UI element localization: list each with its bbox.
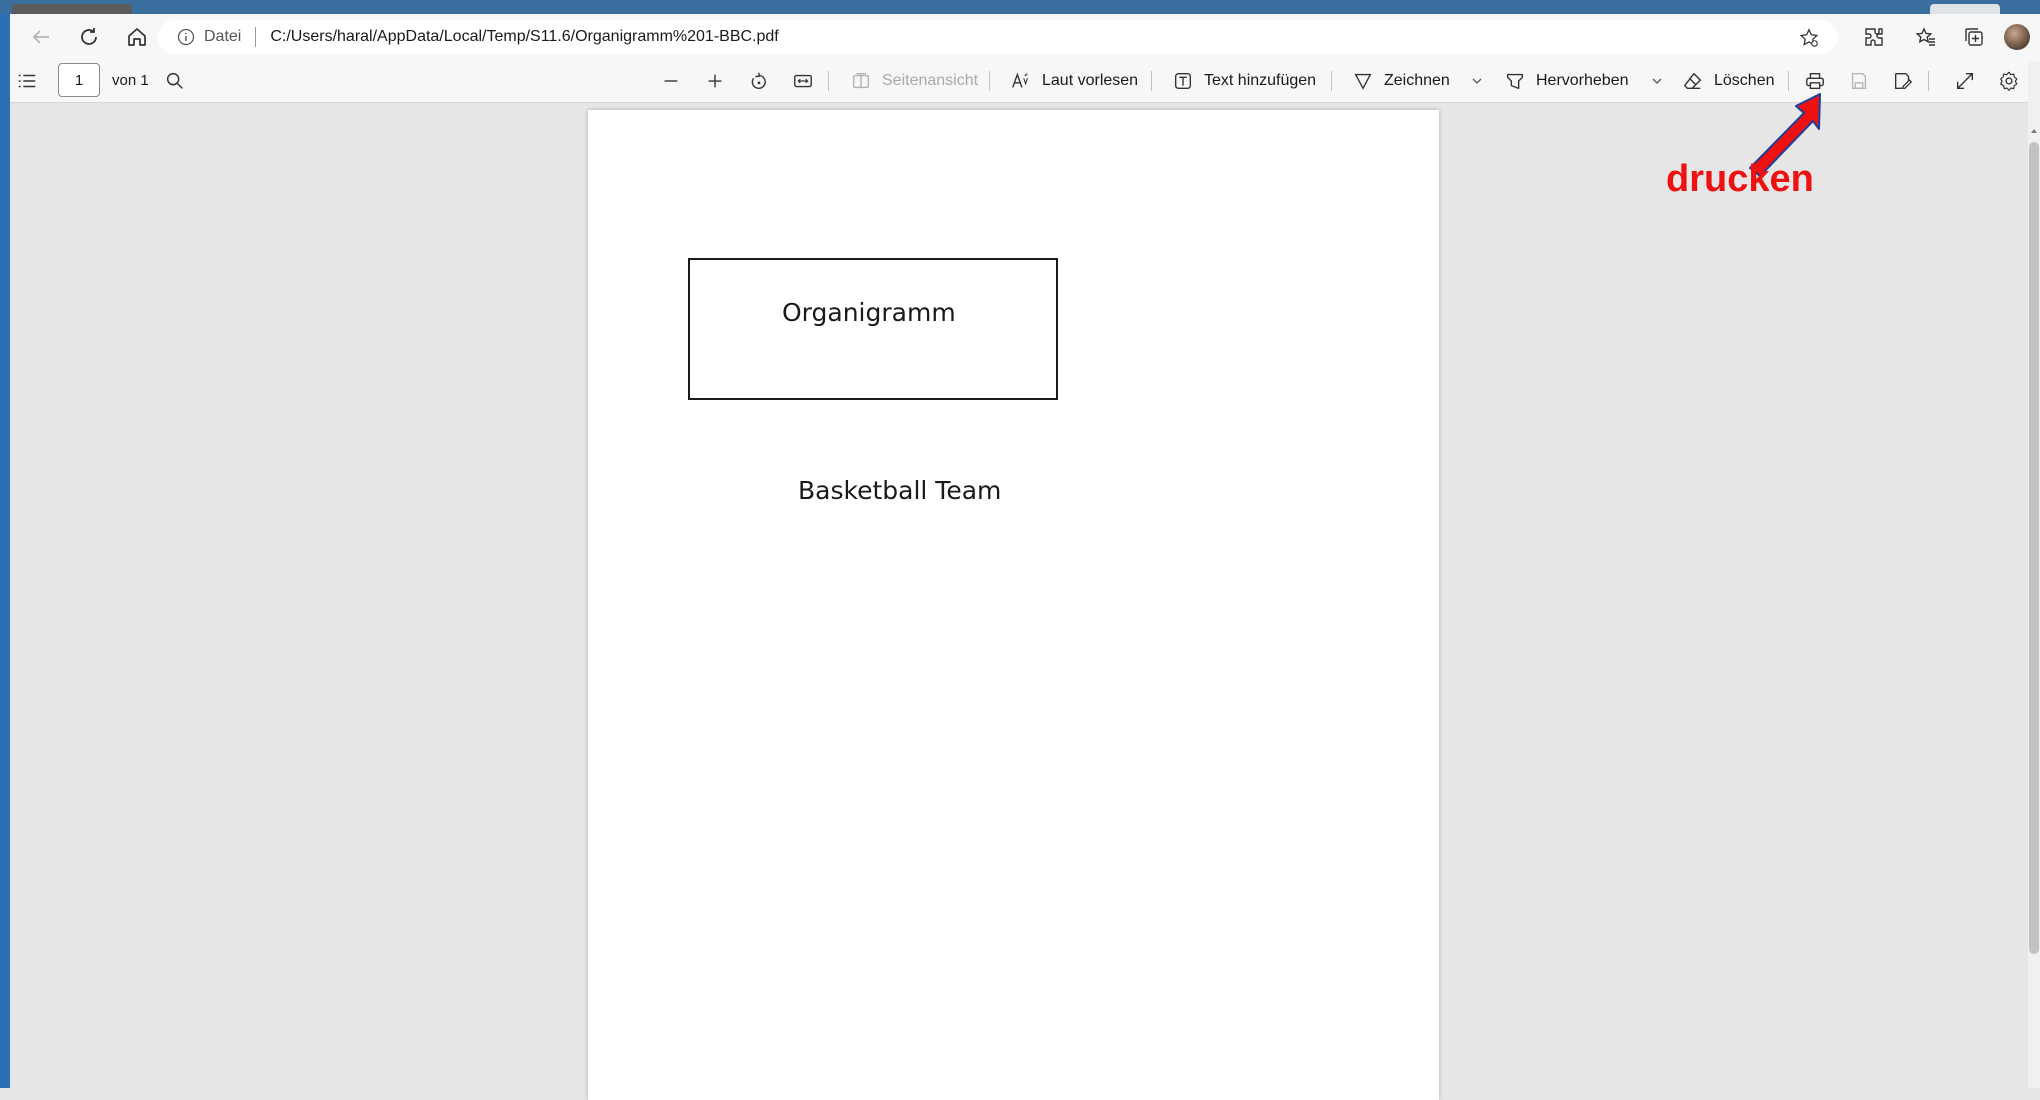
chevron-down-icon[interactable] [1470, 74, 1484, 88]
toolbar-divider [1331, 71, 1332, 91]
erase-label: Löschen [1714, 72, 1775, 89]
collections-icon[interactable] [1962, 25, 1986, 49]
draw-icon [1354, 73, 1372, 90]
org-chart-title: Organigramm [782, 298, 956, 327]
tab-strip [0, 0, 2040, 14]
reload-button[interactable] [66, 14, 112, 60]
page-number-input[interactable]: 1 [58, 63, 100, 97]
toolbar-divider [828, 71, 829, 91]
highlight-icon [1506, 73, 1524, 90]
address-divider [255, 27, 257, 47]
back-button[interactable] [18, 14, 64, 60]
scroll-up-arrow-icon[interactable] [2029, 126, 2039, 136]
back-icon [32, 30, 49, 44]
page-view-button[interactable]: Seitenansicht [850, 60, 978, 102]
highlight-button[interactable]: Hervorheben [1504, 60, 1629, 102]
page-view-icon [852, 72, 870, 89]
favorite-star-icon[interactable] [1798, 27, 1820, 49]
zoom-out-icon[interactable] [660, 70, 682, 92]
pdf-page: Organigramm Basketball Team [588, 110, 1439, 1100]
save-icon[interactable] [1848, 70, 1870, 92]
toolbar-divider [1928, 71, 1929, 91]
address-bar[interactable]: Datei C:/Users/haral/AppData/Local/Temp/… [158, 20, 1838, 54]
home-icon [128, 28, 146, 46]
favorites-icon[interactable] [1914, 25, 1938, 49]
fullscreen-icon[interactable] [1954, 70, 1976, 92]
avatar[interactable] [2004, 24, 2030, 50]
vertical-scrollbar[interactable] [2028, 62, 2040, 1088]
settings-gear-icon[interactable] [1998, 70, 2020, 92]
rotate-icon[interactable] [748, 70, 770, 92]
annotation-print-label: drucken [1666, 158, 1814, 200]
info-icon [177, 28, 195, 46]
pdf-toolbar: 1 von 1 Seitenansicht Laut vorlesen Text… [10, 60, 2040, 103]
window-controls[interactable] [1930, 4, 2000, 14]
draw-label: Zeichnen [1384, 72, 1450, 89]
address-url[interactable]: C:/Users/haral/AppData/Local/Temp/S11.6/… [270, 28, 778, 46]
org-chart-box: Organigramm [688, 258, 1058, 400]
browser-tab[interactable] [12, 4, 132, 14]
site-info[interactable]: Datei [176, 27, 241, 47]
fit-page-icon[interactable] [792, 70, 814, 92]
save-as-icon[interactable] [1892, 70, 1914, 92]
extensions-icon[interactable] [1862, 25, 1886, 49]
page-view-label: Seitenansicht [882, 72, 979, 89]
read-aloud-icon [1012, 72, 1028, 88]
toolbar-divider [1788, 71, 1789, 91]
scrollbar-thumb[interactable] [2029, 142, 2039, 954]
reload-icon [81, 28, 97, 45]
read-aloud-label: Laut vorlesen [1042, 72, 1139, 89]
add-text-label: Text hinzufügen [1204, 72, 1317, 89]
draw-button[interactable]: Zeichnen [1352, 60, 1450, 102]
highlight-label: Hervorheben [1536, 72, 1629, 89]
add-text-icon [1174, 72, 1192, 90]
search-icon[interactable] [164, 70, 186, 92]
toolbar-divider [1151, 71, 1152, 91]
address-scheme-label: Datei [204, 28, 242, 45]
page-count-label: von 1 [112, 72, 149, 89]
contents-list-icon[interactable] [16, 70, 38, 92]
add-text-button[interactable]: Text hinzufügen [1172, 60, 1316, 102]
team-label: Basketball Team [798, 476, 1002, 505]
read-aloud-button[interactable]: Laut vorlesen [1010, 60, 1138, 102]
zoom-in-icon[interactable] [704, 70, 726, 92]
chevron-down-icon[interactable] [1650, 74, 1664, 88]
browser-toolbar: Datei C:/Users/haral/AppData/Local/Temp/… [10, 14, 2040, 60]
toolbar-divider [989, 71, 990, 91]
eraser-icon [1684, 72, 1702, 90]
window-edge [0, 0, 10, 1088]
home-button[interactable] [114, 14, 160, 60]
print-icon[interactable] [1804, 70, 1826, 92]
